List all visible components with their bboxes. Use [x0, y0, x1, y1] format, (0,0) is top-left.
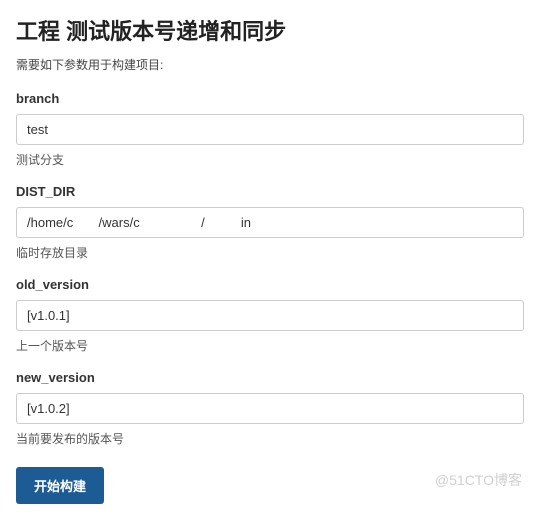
- dist-dir-input[interactable]: [16, 207, 524, 238]
- param-dist-dir: DIST_DIR 临时存放目录: [16, 184, 524, 261]
- build-button[interactable]: 开始构建: [16, 467, 104, 504]
- param-branch-help: 测试分支: [16, 151, 524, 168]
- branch-input[interactable]: [16, 114, 524, 145]
- new-version-input[interactable]: [16, 393, 524, 424]
- param-branch-label: branch: [16, 91, 524, 106]
- page-description: 需要如下参数用于构建项目:: [16, 56, 524, 73]
- old-version-input[interactable]: [16, 300, 524, 331]
- watermark-text: @51CTO博客: [435, 470, 522, 490]
- param-old-version-label: old_version: [16, 277, 524, 292]
- param-old-version-help: 上一个版本号: [16, 337, 524, 354]
- param-new-version-label: new_version: [16, 370, 524, 385]
- param-old-version: old_version 上一个版本号: [16, 277, 524, 354]
- param-new-version-help: 当前要发布的版本号: [16, 430, 524, 447]
- param-branch: branch 测试分支: [16, 91, 524, 168]
- page-title: 工程 测试版本号递增和同步: [16, 14, 524, 46]
- param-new-version: new_version 当前要发布的版本号: [16, 370, 524, 447]
- param-dist-dir-help: 临时存放目录: [16, 244, 524, 261]
- param-dist-dir-label: DIST_DIR: [16, 184, 524, 199]
